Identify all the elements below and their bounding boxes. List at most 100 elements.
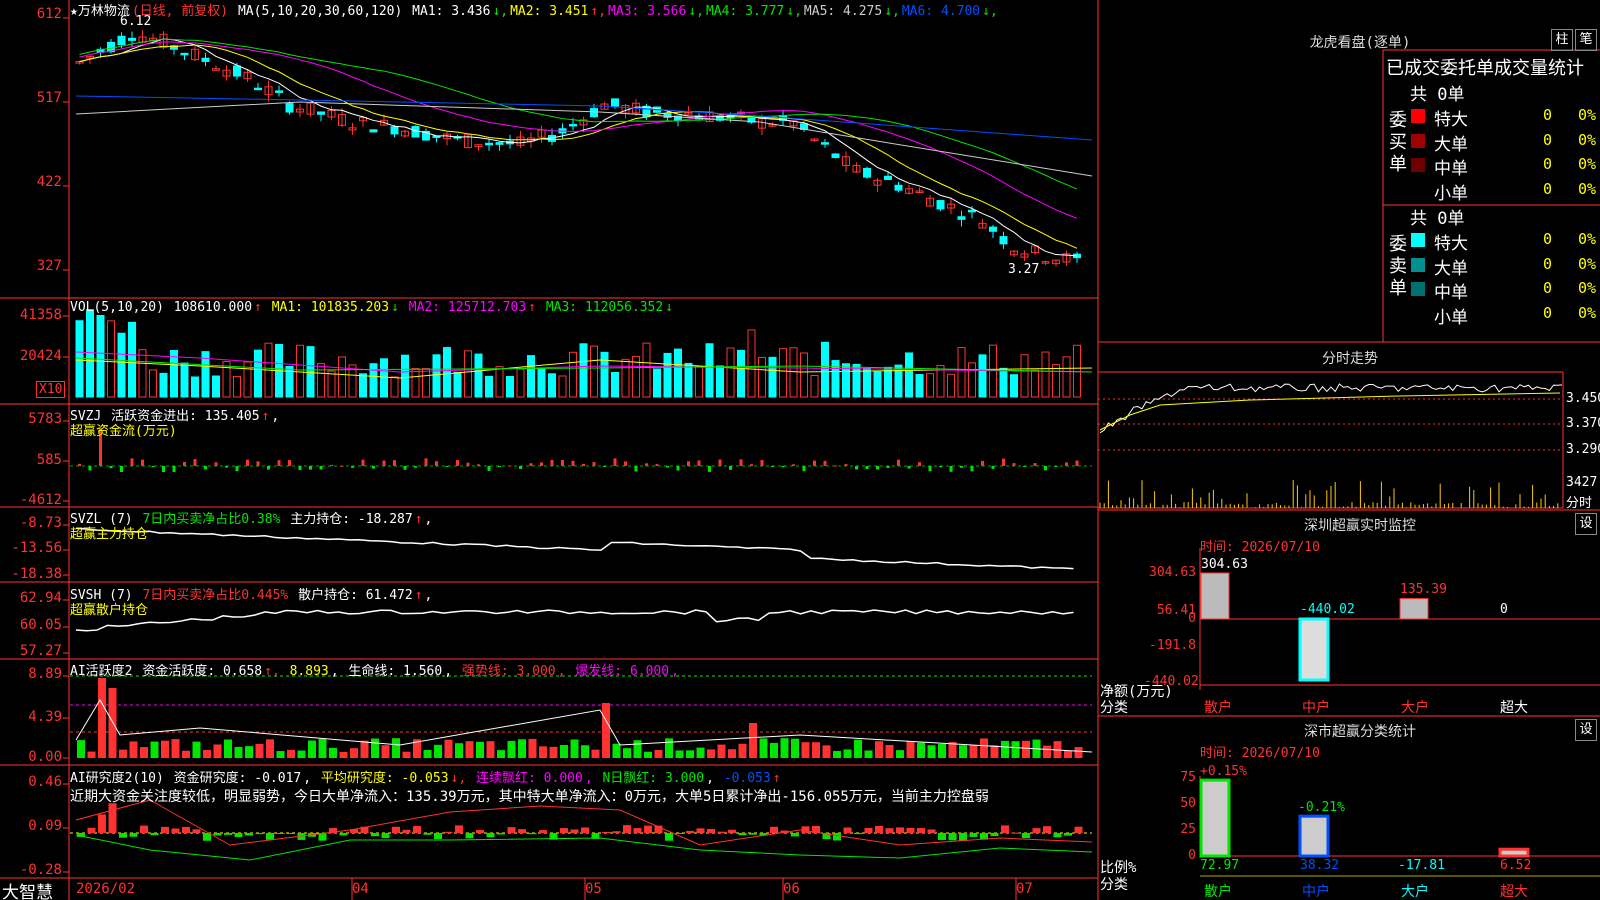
- sz-class-settings-button[interactable]: 设: [1575, 719, 1597, 741]
- svzj-bar: [466, 462, 470, 466]
- volume-bar: [537, 367, 546, 398]
- svzj-bar: [183, 462, 186, 466]
- ai2-bar: [266, 833, 274, 840]
- sell-color-swatch: [1411, 282, 1425, 296]
- ai2-bar: [171, 828, 180, 833]
- sz-monitor-x-label: 分类: [1100, 700, 1128, 716]
- ai2-bar: [1022, 833, 1030, 839]
- ma5-line: [75, 101, 1093, 177]
- svzj-bar: [277, 460, 281, 466]
- sell-row-name: 特大: [1434, 234, 1468, 254]
- ai1-bar: [917, 742, 925, 758]
- sz-monitor-bar: [1298, 617, 1330, 682]
- bar-view-button[interactable]: 柱: [1551, 29, 1573, 51]
- ai1-bar: [612, 743, 621, 758]
- svzj-bar: [120, 466, 123, 473]
- volume-bar: [569, 351, 577, 398]
- low-mark: 3.27: [1008, 262, 1040, 277]
- svzj-bar: [382, 460, 386, 466]
- sz-monitor-value: 135.39: [1400, 582, 1447, 597]
- tick-view-button[interactable]: 笔: [1575, 29, 1597, 51]
- svzj-bar: [928, 466, 932, 472]
- svzj-y-tick: 585: [36, 452, 62, 468]
- candle-body: [233, 65, 241, 77]
- vol-ma1-arrow: ↓: [391, 300, 399, 315]
- svzj-bar: [739, 459, 743, 466]
- ai1-header: AI活跃度2 资金活跃度: 0.658 ↑, 8.893, 生命线: 1.560,…: [70, 664, 679, 679]
- intraday-y-tick: 3.290: [1566, 442, 1600, 457]
- sz-class-value: 72.97: [1200, 858, 1240, 873]
- ai2-bar: [717, 831, 726, 833]
- sz-monitor-value: -440.02: [1300, 602, 1355, 617]
- high-mark: 6.12: [120, 14, 152, 29]
- sell-side-label: 委卖单: [1389, 234, 1407, 299]
- candle-body: [999, 236, 1008, 245]
- sz-class-category: 大户: [1401, 884, 1429, 900]
- chart-canvas[interactable]: [0, 0, 1600, 900]
- svzj-bar: [141, 459, 144, 466]
- vol-unit-badge[interactable]: X10: [36, 381, 66, 398]
- sell-row-name: 大单: [1434, 258, 1468, 279]
- volume-bar: [821, 341, 829, 398]
- ai1-bar: [980, 738, 988, 758]
- svzj-bar: [498, 466, 501, 467]
- volume-bar: [191, 376, 199, 398]
- intraday-vol-label: 分时: [1566, 496, 1593, 511]
- vol-ma2: MA2: 125712.703: [408, 300, 527, 315]
- volume-bar: [726, 347, 735, 398]
- svzj-bar: [267, 466, 270, 470]
- volume-bar: [747, 329, 756, 398]
- ai1-bar: [728, 749, 736, 758]
- ai1-bar: [696, 747, 705, 758]
- svzj-bar: [529, 463, 533, 466]
- svzj-y-tick: -4612: [19, 492, 62, 508]
- candle-body: [884, 175, 892, 180]
- sz-class-bar: [1498, 847, 1530, 858]
- svzl-text1: 7日内买卖净占比0.38%: [142, 512, 281, 527]
- ai2-bar: [770, 826, 778, 833]
- svzj-bar: [393, 460, 396, 466]
- buy-row-count: 0: [1543, 106, 1553, 124]
- volume-bar: [107, 320, 115, 398]
- ai1-bar: [476, 741, 484, 758]
- volume-bar: [779, 348, 787, 398]
- volume-bar: [600, 351, 609, 398]
- ai2-bar: [192, 829, 201, 833]
- svzj-bar: [886, 466, 890, 468]
- svzj-bar: [655, 463, 659, 466]
- volume-bar: [327, 370, 336, 398]
- candle-body: [390, 126, 399, 135]
- sell-row-count: 0: [1543, 279, 1553, 297]
- volume-bar: [212, 375, 220, 398]
- volume-bar: [464, 350, 472, 398]
- ai1-bar: [171, 739, 180, 758]
- buy-row-pct: 0%: [1578, 179, 1597, 198]
- ma-line: [79, 41, 1078, 219]
- main-chart-header: ★万林物流 (日线, 前复权) MA(5,10,20,30,60,120) MA1…: [70, 0, 1002, 19]
- ai1-bar: [77, 740, 85, 758]
- volume-bar: [800, 352, 808, 398]
- ai2-bar: [696, 828, 705, 833]
- ai1-bar: [633, 740, 642, 758]
- brand-logo[interactable]: 大智慧: [2, 878, 53, 900]
- ai2-t1: 资金研究度: -0.017: [173, 771, 302, 786]
- volume-bar: [474, 353, 483, 398]
- sz-monitor-settings-button[interactable]: 设: [1575, 513, 1597, 535]
- sz-class-change: -0.21%: [1298, 800, 1345, 815]
- volume-bar: [369, 363, 378, 398]
- candle-body: [495, 142, 504, 145]
- sz-class-value: 38.32: [1300, 858, 1340, 873]
- ai2-bar: [444, 831, 453, 833]
- buy-color-swatch: [1411, 133, 1425, 148]
- ai2-bar: [423, 833, 432, 835]
- ai2-bar: [917, 828, 925, 833]
- candle-body: [611, 98, 619, 107]
- svzl-y-tick: -18.38: [11, 566, 62, 582]
- order-stats-tabs[interactable]: 已成交委托单成交量统计: [1386, 54, 1584, 80]
- volume-bar: [957, 347, 966, 398]
- ai2-bar: [602, 831, 610, 833]
- svzj-bar: [613, 458, 617, 466]
- ma-arrow: ↓,: [492, 4, 509, 19]
- volume-bar: [642, 342, 651, 398]
- ai2-bar: [518, 829, 526, 833]
